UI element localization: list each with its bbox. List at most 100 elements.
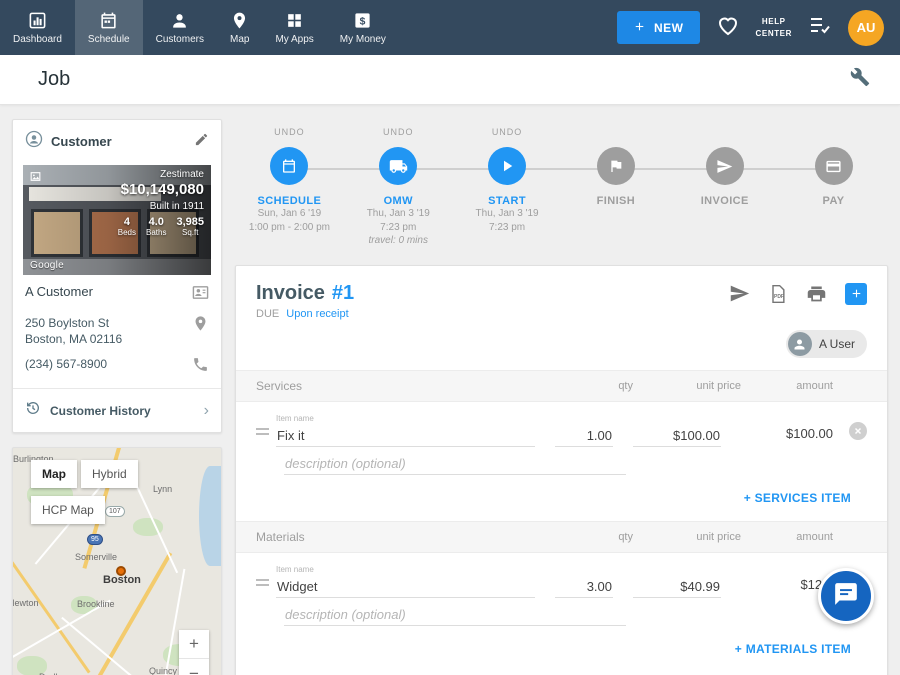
map-zoom-control: + −	[179, 630, 209, 675]
customer-card-header: Customer	[13, 120, 221, 163]
tools-icon[interactable]	[850, 67, 870, 92]
invoice-actions: PDF	[729, 283, 867, 305]
due-value[interactable]: Upon receipt	[286, 308, 348, 320]
map-pin-icon	[230, 11, 249, 30]
built-year: Built in 1911	[118, 201, 204, 212]
amount-value: $100.00	[741, 426, 833, 447]
dashboard-icon	[28, 11, 47, 30]
zoom-out-button[interactable]: −	[179, 659, 209, 675]
nav-item-customers[interactable]: Customers	[143, 0, 217, 55]
google-watermark: Google	[30, 260, 64, 271]
customer-history-button[interactable]: Customer History ›	[13, 388, 221, 432]
contact-card-icon[interactable]	[192, 284, 209, 306]
phone-icon[interactable]	[192, 356, 209, 378]
new-button[interactable]: NEW	[617, 11, 700, 44]
plus-icon	[633, 20, 646, 36]
history-clock-icon	[25, 400, 41, 421]
step-finish: FINISH	[561, 127, 670, 248]
nav-item-map[interactable]: Map	[217, 0, 262, 55]
qty-column-header: qty	[575, 380, 633, 392]
undo-schedule-button[interactable]: UNDO	[235, 127, 344, 142]
top-nav: Dashboard Schedule Customers Map My Apps…	[0, 0, 900, 55]
assigned-user-chip[interactable]: A User	[786, 330, 867, 358]
left-column: Customer Zestimate $10,149,080 Built in …	[12, 119, 222, 675]
svg-text:PDF: PDF	[774, 294, 784, 300]
undo-omw-button[interactable]: UNDO	[344, 127, 453, 142]
drag-handle-icon[interactable]	[256, 576, 276, 598]
step-label: SCHEDULE	[235, 195, 344, 207]
help-center-button[interactable]: HELP CENTER	[756, 16, 793, 38]
step-date: 7:23 pm	[344, 221, 453, 235]
unit-price-input[interactable]	[633, 425, 721, 447]
drag-handle-icon[interactable]	[256, 425, 276, 447]
unit-price-column-header: unit price	[633, 380, 741, 392]
nav-item-schedule[interactable]: Schedule	[75, 0, 143, 55]
add-materials-item-link[interactable]: + MATERIALS ITEM	[735, 642, 851, 656]
route-shield-107: 107	[105, 506, 125, 517]
tasks-checklist-icon[interactable]	[808, 13, 832, 42]
nav-item-my-apps[interactable]: My Apps	[262, 0, 326, 55]
map-label-lynn: Lynn	[153, 484, 172, 494]
map-type-map-button[interactable]: Map	[31, 460, 77, 488]
beds-label: Beds	[118, 228, 136, 237]
nav-right: NEW HELP CENTER AU	[617, 0, 900, 55]
map-label-somerville: Somerville	[75, 552, 117, 562]
photo-icon	[29, 170, 42, 188]
add-invoice-item-icon[interactable]	[845, 283, 867, 305]
chat-icon	[833, 581, 859, 612]
map-type-hybrid-button[interactable]: Hybrid	[81, 460, 138, 488]
page-header: Job	[0, 55, 900, 105]
step-date: 1:00 pm - 2:00 pm	[235, 221, 344, 235]
step-travel-time: travel: 0 mins	[344, 234, 453, 248]
add-services-item-link[interactable]: + SERVICES ITEM	[744, 491, 851, 505]
send-step-icon[interactable]	[706, 147, 744, 185]
materials-section-header: Materials qty unit price amount	[236, 521, 887, 553]
user-avatar[interactable]: AU	[848, 10, 884, 46]
services-header-label: Services	[256, 379, 575, 393]
undo-start-button[interactable]: UNDO	[453, 127, 562, 142]
nav-item-dashboard[interactable]: Dashboard	[0, 0, 75, 55]
location-pin-icon[interactable]	[192, 315, 209, 337]
sqft-value: 3,985	[176, 216, 204, 228]
qty-input[interactable]	[555, 425, 613, 447]
baths-label: Baths	[146, 228, 166, 237]
play-step-icon[interactable]	[488, 147, 526, 185]
remove-item-icon[interactable]	[849, 422, 867, 440]
page-title: Job	[38, 68, 70, 91]
nav-label: Dashboard	[13, 34, 62, 45]
step-date: Thu, Jan 3 '19	[453, 207, 562, 221]
nav-label: My Money	[340, 34, 386, 45]
chat-bubble-button[interactable]	[818, 568, 874, 624]
calendar-step-icon[interactable]	[270, 147, 308, 185]
referral-heart-icon[interactable]	[716, 13, 740, 42]
map-label-boston: Boston	[103, 574, 141, 586]
truck-step-icon[interactable]	[379, 147, 417, 185]
invoice-card: Invoice #1 PDF DUE Upon receipt	[235, 265, 888, 675]
avatar-initials: AU	[857, 20, 876, 35]
hcp-map-button[interactable]: HCP Map	[31, 496, 105, 524]
map-water	[199, 466, 221, 566]
nav-label: Customers	[156, 34, 204, 45]
map-label-brookline: Brookline	[77, 599, 115, 609]
flag-step-icon[interactable]	[597, 147, 635, 185]
credit-card-step-icon[interactable]	[815, 147, 853, 185]
send-invoice-icon[interactable]	[729, 283, 750, 304]
unit-price-input[interactable]	[633, 576, 721, 598]
map-type-toggle: Map Hybrid	[31, 460, 138, 488]
item-name-input[interactable]	[276, 425, 535, 447]
description-input[interactable]	[284, 453, 626, 475]
description-input[interactable]	[284, 604, 626, 626]
edit-pencil-icon[interactable]	[194, 132, 209, 152]
map-card: Burlington Lynn 107 95 Somerville Boston…	[12, 447, 222, 675]
schedule-icon	[99, 11, 118, 30]
step-schedule: UNDO SCHEDULE Sun, Jan 6 '19 1:00 pm - 2…	[235, 127, 344, 248]
pdf-icon[interactable]: PDF	[768, 284, 788, 304]
item-name-input[interactable]	[276, 576, 535, 598]
step-omw: UNDO OMW Thu, Jan 3 '19 7:23 pm travel: …	[344, 127, 453, 248]
customer-name: A Customer	[25, 284, 93, 299]
zoom-in-button[interactable]: +	[179, 630, 209, 659]
nav-label: Schedule	[88, 34, 130, 45]
qty-input[interactable]	[555, 576, 613, 598]
nav-item-my-money[interactable]: $ My Money	[327, 0, 399, 55]
print-icon[interactable]	[806, 283, 827, 304]
